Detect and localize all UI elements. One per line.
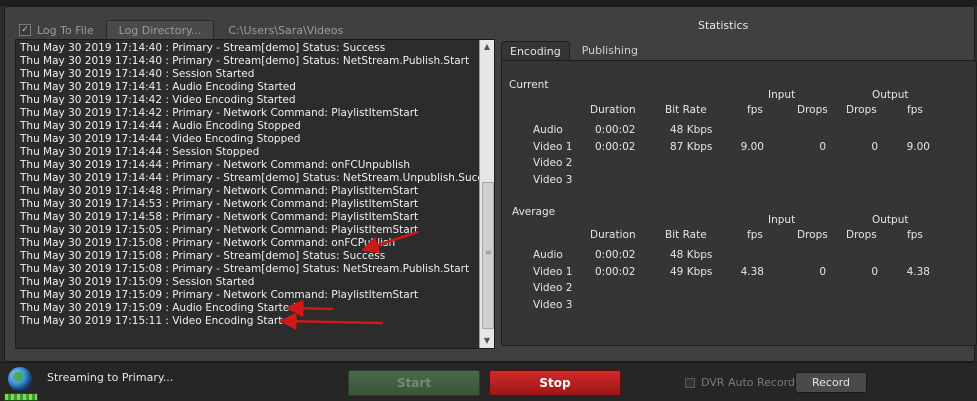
bitrate-value: 48 Kbps	[670, 124, 713, 136]
scroll-thumb[interactable]: ≡	[482, 182, 494, 329]
dvr-auto-record[interactable]: DVR Auto Record	[685, 376, 795, 389]
log-line: Thu May 30 2019 17:14:44 : Primary - Str…	[20, 172, 495, 184]
duration-header: Duration	[590, 229, 636, 241]
dvr-auto-record-label: DVR Auto Record	[701, 376, 795, 389]
record-button[interactable]: Record	[795, 372, 867, 393]
log-line: Thu May 30 2019 17:14:58 : Primary - Net…	[20, 211, 419, 223]
log-line: Thu May 30 2019 17:15:08 : Primary - Net…	[20, 237, 396, 249]
log-path: C:\Users\Sara\Videos	[228, 23, 344, 37]
output-drops-value: 0	[871, 140, 878, 153]
bitrate-value: 87 Kbps	[670, 140, 713, 153]
row-label: Video 3	[533, 298, 573, 311]
start-button[interactable]: Start	[348, 370, 480, 396]
log-line: Thu May 30 2019 17:14:44 : Primary - Net…	[20, 159, 411, 171]
bitrate-header: Bit Rate	[665, 229, 707, 241]
output-fps-value: 9.00	[906, 140, 930, 153]
output-header: Output	[872, 89, 909, 101]
log-line: Thu May 30 2019 17:14:40 : Primary - Str…	[20, 42, 386, 54]
log-to-file-checkbox[interactable]: ✓	[19, 24, 31, 36]
output-drops-value: 0	[871, 265, 878, 278]
row-label: Video 1	[533, 140, 573, 153]
bitrate-value: 48 Kbps	[670, 249, 713, 261]
log-scrollbar[interactable]: ▲ ≡ ▼	[479, 40, 494, 348]
bitrate-header: Bit Rate	[665, 104, 707, 116]
input-fps-value: 4.38	[740, 265, 764, 278]
input-drops-value: 0	[819, 140, 826, 153]
stats-tabs: Encoding Publishing	[501, 41, 646, 61]
tab-encoding[interactable]: Encoding	[501, 41, 570, 61]
input-drops-header: Drops	[797, 104, 828, 116]
streaming-status: Streaming to Primary...	[47, 371, 174, 384]
log-line: Thu May 30 2019 17:14:40 : Session Start…	[20, 68, 255, 80]
log-line: Thu May 30 2019 17:15:09 : Primary - Net…	[20, 289, 419, 301]
status-bar: Streaming to Primary... Start Stop DVR A…	[0, 362, 977, 401]
log-line: Thu May 30 2019 17:14:42 : Video Encodin…	[20, 94, 296, 106]
log-pane[interactable]: Thu May 30 2019 17:14:40 : Primary - Str…	[15, 39, 495, 349]
log-line: Thu May 30 2019 17:15:09 : Audio Encodin…	[20, 302, 296, 314]
duration-value: 0:00:02	[595, 124, 636, 136]
encoding-stats-panel: Current Input Output Duration Bit Rate f…	[501, 60, 977, 346]
duration-value: 0:00:02	[595, 249, 636, 261]
tab-publishing[interactable]: Publishing	[574, 41, 646, 61]
log-lines: Thu May 30 2019 17:14:40 : Primary - Str…	[20, 42, 495, 328]
log-line: Thu May 30 2019 17:15:05 : Primary - Net…	[20, 224, 419, 236]
log-line: Thu May 30 2019 17:14:42 : Primary - Net…	[20, 107, 419, 119]
log-line: Thu May 30 2019 17:15:08 : Primary - Str…	[20, 263, 470, 275]
stop-button[interactable]: Stop	[489, 370, 621, 396]
globe-icon	[8, 367, 32, 391]
input-drops-value: 0	[819, 265, 826, 278]
row-label: Audio	[533, 249, 563, 261]
scroll-up-icon[interactable]: ▲	[481, 41, 493, 53]
log-directory-button[interactable]: Log Directory...	[105, 20, 215, 40]
log-line: Thu May 30 2019 17:15:08 : Primary - Str…	[20, 250, 386, 262]
output-fps-header: fps	[907, 229, 923, 241]
row-label: Audio	[533, 124, 563, 136]
row-label: Video 3	[533, 173, 573, 186]
average-heading: Average	[512, 206, 556, 218]
log-controls: ✓ Log To File Log Directory... C:\Users\…	[19, 19, 343, 41]
duration-value: 0:00:02	[595, 265, 636, 278]
input-fps-header: fps	[747, 229, 763, 241]
duration-value: 0:00:02	[595, 140, 636, 153]
dvr-auto-record-checkbox[interactable]	[685, 377, 695, 388]
log-line: Thu May 30 2019 17:14:48 : Primary - Net…	[20, 185, 419, 197]
log-line: Thu May 30 2019 17:14:44 : Session Stopp…	[20, 146, 260, 158]
input-fps-value: 9.00	[740, 140, 764, 153]
log-line: Thu May 30 2019 17:14:44 : Video Encodin…	[20, 133, 301, 145]
log-line: Thu May 30 2019 17:14:53 : Primary - Net…	[20, 198, 419, 210]
bitrate-value: 49 Kbps	[670, 265, 713, 278]
log-line: Thu May 30 2019 17:14:40 : Primary - Str…	[20, 55, 470, 67]
log-line: Thu May 30 2019 17:14:41 : Audio Encodin…	[20, 81, 296, 93]
input-header: Input	[768, 89, 796, 101]
log-line: Thu May 30 2019 17:14:44 : Audio Encodin…	[20, 120, 301, 132]
output-header: Output	[872, 214, 909, 226]
grip-icon: ≡	[485, 248, 492, 257]
output-fps-header: fps	[907, 104, 923, 116]
input-header: Input	[768, 214, 796, 226]
current-heading: Current	[509, 79, 549, 91]
input-fps-header: fps	[747, 104, 763, 116]
log-to-file-label: Log To File	[37, 23, 94, 37]
input-drops-header: Drops	[797, 229, 828, 241]
statistics-title: Statistics	[698, 19, 749, 32]
log-line: Thu May 30 2019 17:15:11 : Video Encodin…	[20, 315, 296, 327]
row-label: Video 2	[533, 157, 573, 169]
row-label: Video 1	[533, 265, 573, 278]
output-drops-header: Drops	[846, 229, 877, 241]
log-line: Thu May 30 2019 17:15:09 : Session Start…	[20, 276, 255, 288]
output-fps-value: 4.38	[906, 265, 930, 278]
output-drops-header: Drops	[846, 104, 877, 116]
scroll-down-icon[interactable]: ▼	[481, 335, 493, 347]
duration-header: Duration	[590, 104, 636, 116]
row-label: Video 2	[533, 282, 573, 294]
